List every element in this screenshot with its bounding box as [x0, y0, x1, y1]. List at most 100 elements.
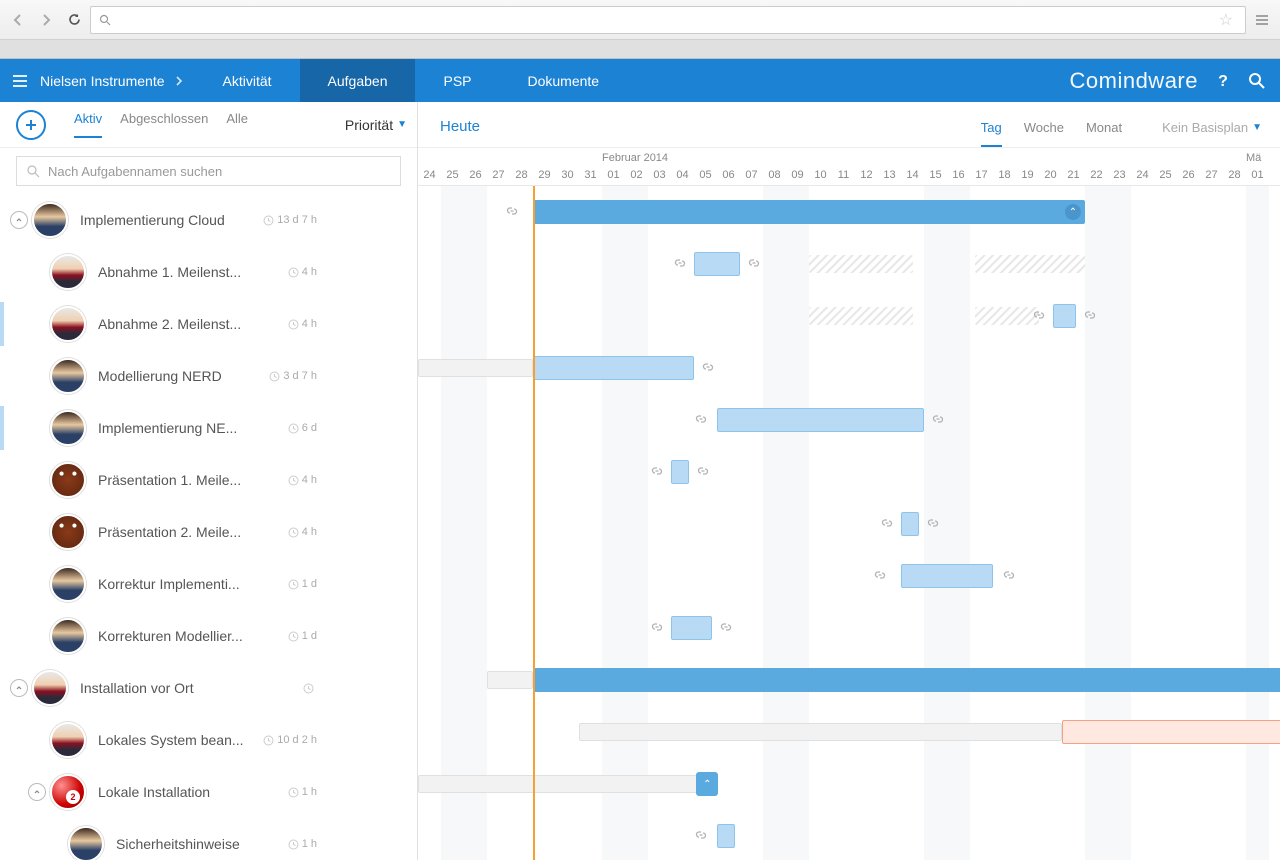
collapse-toggle[interactable] [10, 679, 28, 697]
today-button[interactable]: Heute [440, 118, 480, 147]
task-row[interactable]: Lokales System bean...10 d 2 h [0, 714, 417, 766]
avatar [50, 774, 86, 810]
link-icon[interactable] [747, 256, 761, 270]
filter-tab[interactable]: Alle [226, 111, 248, 138]
task-row[interactable]: Lokale Installation1 h [0, 766, 417, 818]
link-icon[interactable] [931, 412, 945, 426]
nav-tab-psp[interactable]: PSP [415, 59, 499, 102]
link-icon[interactable] [719, 620, 733, 634]
task-name: Modellierung NERD [98, 368, 222, 384]
search-input[interactable]: Nach Aufgabennamen suchen [16, 156, 401, 186]
app-menu-icon[interactable] [0, 72, 40, 90]
task-row[interactable]: Sicherheitshinweise1 h [0, 818, 417, 860]
gantt-task-bar[interactable] [901, 564, 993, 588]
filter-tab[interactable]: Abgeschlossen [120, 111, 208, 138]
task-row[interactable]: Präsentation 1. Meile...4 h [0, 454, 417, 506]
task-tree: Implementierung Cloud13 d 7 hAbnahme 1. … [0, 194, 417, 860]
gantt-task-bar[interactable] [671, 460, 689, 484]
nav-tab-aufgaben[interactable]: Aufgaben [300, 59, 416, 102]
link-icon[interactable] [694, 828, 708, 842]
collapse-toggle[interactable] [10, 211, 28, 229]
day-header: 06 [717, 169, 740, 181]
gantt-row [418, 602, 1280, 654]
gantt-task-bar[interactable] [717, 824, 735, 848]
browser-tabstrip [0, 40, 1280, 59]
forward-icon[interactable] [34, 8, 58, 32]
view-tab[interactable]: Tag [981, 120, 1002, 147]
task-list-panel: Aktiv Abgeschlossen Alle Priorität ▼ Nach … [0, 102, 418, 860]
task-row[interactable]: Korrektur Implementi...1 d [0, 558, 417, 610]
gantt-task-bar[interactable] [533, 356, 694, 380]
link-icon[interactable] [701, 360, 715, 374]
day-header: 15 [924, 169, 947, 181]
browser-menu-icon[interactable] [1250, 8, 1274, 32]
sort-dropdown[interactable]: Priorität ▼ [345, 117, 407, 133]
link-icon[interactable] [1002, 568, 1016, 582]
gantt-task-bar[interactable] [1062, 720, 1280, 744]
add-task-button[interactable] [16, 110, 46, 140]
day-header: 30 [556, 169, 579, 181]
today-line [533, 186, 535, 860]
task-row[interactable]: Präsentation 2. Meile...4 h [0, 506, 417, 558]
task-row[interactable]: Abnahme 1. Meilenst...4 h [0, 246, 417, 298]
help-icon[interactable]: ? [1214, 72, 1232, 90]
task-name: Implementierung NE... [98, 420, 237, 436]
gantt-row [418, 810, 1280, 860]
link-icon[interactable] [673, 256, 687, 270]
task-duration: 1 h [288, 838, 317, 850]
link-icon[interactable] [926, 516, 940, 530]
gantt-task-bar[interactable] [671, 616, 712, 640]
gantt-body[interactable]: ⌃⌃ [418, 186, 1280, 860]
gantt-task-bar[interactable] [1053, 304, 1076, 328]
avatar [50, 306, 86, 342]
search-icon[interactable] [1248, 72, 1266, 90]
filter-tab[interactable]: Aktiv [74, 111, 102, 138]
task-duration: 1 d [288, 578, 317, 590]
gantt-task-bar[interactable] [901, 512, 919, 536]
link-icon[interactable] [880, 516, 894, 530]
task-row[interactable]: Modellierung NERD3 d 7 h [0, 350, 417, 402]
link-icon[interactable] [694, 412, 708, 426]
reload-icon[interactable] [62, 8, 86, 32]
star-icon[interactable]: ☆ [1219, 10, 1233, 30]
gantt-task-bar[interactable] [694, 252, 740, 276]
url-bar[interactable]: ☆ [90, 6, 1246, 34]
collapse-icon[interactable]: ⌃ [698, 775, 716, 793]
task-duration: 13 d 7 h [263, 214, 317, 226]
gantt-task-bar[interactable] [717, 408, 924, 432]
sort-label: Priorität [345, 117, 393, 133]
gantt-row [418, 290, 1280, 342]
view-tab[interactable]: Monat [1086, 120, 1122, 147]
day-header: 18 [993, 169, 1016, 181]
link-icon[interactable] [1083, 308, 1097, 322]
task-name: Lokale Installation [98, 784, 210, 800]
link-icon[interactable] [650, 464, 664, 478]
collapse-toggle[interactable] [28, 783, 46, 801]
baseline-dropdown[interactable]: Kein Basisplan ▼ [1162, 120, 1262, 147]
gantt-group-bar[interactable]: ⌃ [696, 772, 718, 796]
nav-tab-aktivität[interactable]: Aktivität [195, 59, 300, 102]
nav-tab-dokumente[interactable]: Dokumente [500, 59, 628, 102]
view-tab[interactable]: Woche [1024, 120, 1064, 147]
gantt-group-bar[interactable]: ⌃ [533, 200, 1085, 224]
avatar [50, 358, 86, 394]
link-icon[interactable] [650, 620, 664, 634]
task-row[interactable]: Implementierung NE...6 d [0, 402, 417, 454]
avatar [50, 462, 86, 498]
gantt-group-bar[interactable] [533, 668, 1280, 692]
task-row[interactable]: Abnahme 2. Meilenst...4 h [0, 298, 417, 350]
task-row[interactable]: Implementierung Cloud13 d 7 h [0, 194, 417, 246]
task-row[interactable]: Korrekturen Modellier...1 d [0, 610, 417, 662]
gantt-row: ⌃ [418, 758, 1280, 810]
collapse-icon[interactable]: ⌃ [1065, 204, 1081, 220]
link-icon[interactable] [696, 464, 710, 478]
link-icon[interactable] [1032, 308, 1046, 322]
task-row[interactable]: Installation vor Ort [0, 662, 417, 714]
day-header: 08 [763, 169, 786, 181]
breadcrumb[interactable]: Nielsen Instrumente [40, 73, 195, 89]
day-header: 02 [625, 169, 648, 181]
task-duration [303, 683, 317, 694]
link-icon[interactable] [505, 204, 519, 218]
back-icon[interactable] [6, 8, 30, 32]
link-icon[interactable] [873, 568, 887, 582]
